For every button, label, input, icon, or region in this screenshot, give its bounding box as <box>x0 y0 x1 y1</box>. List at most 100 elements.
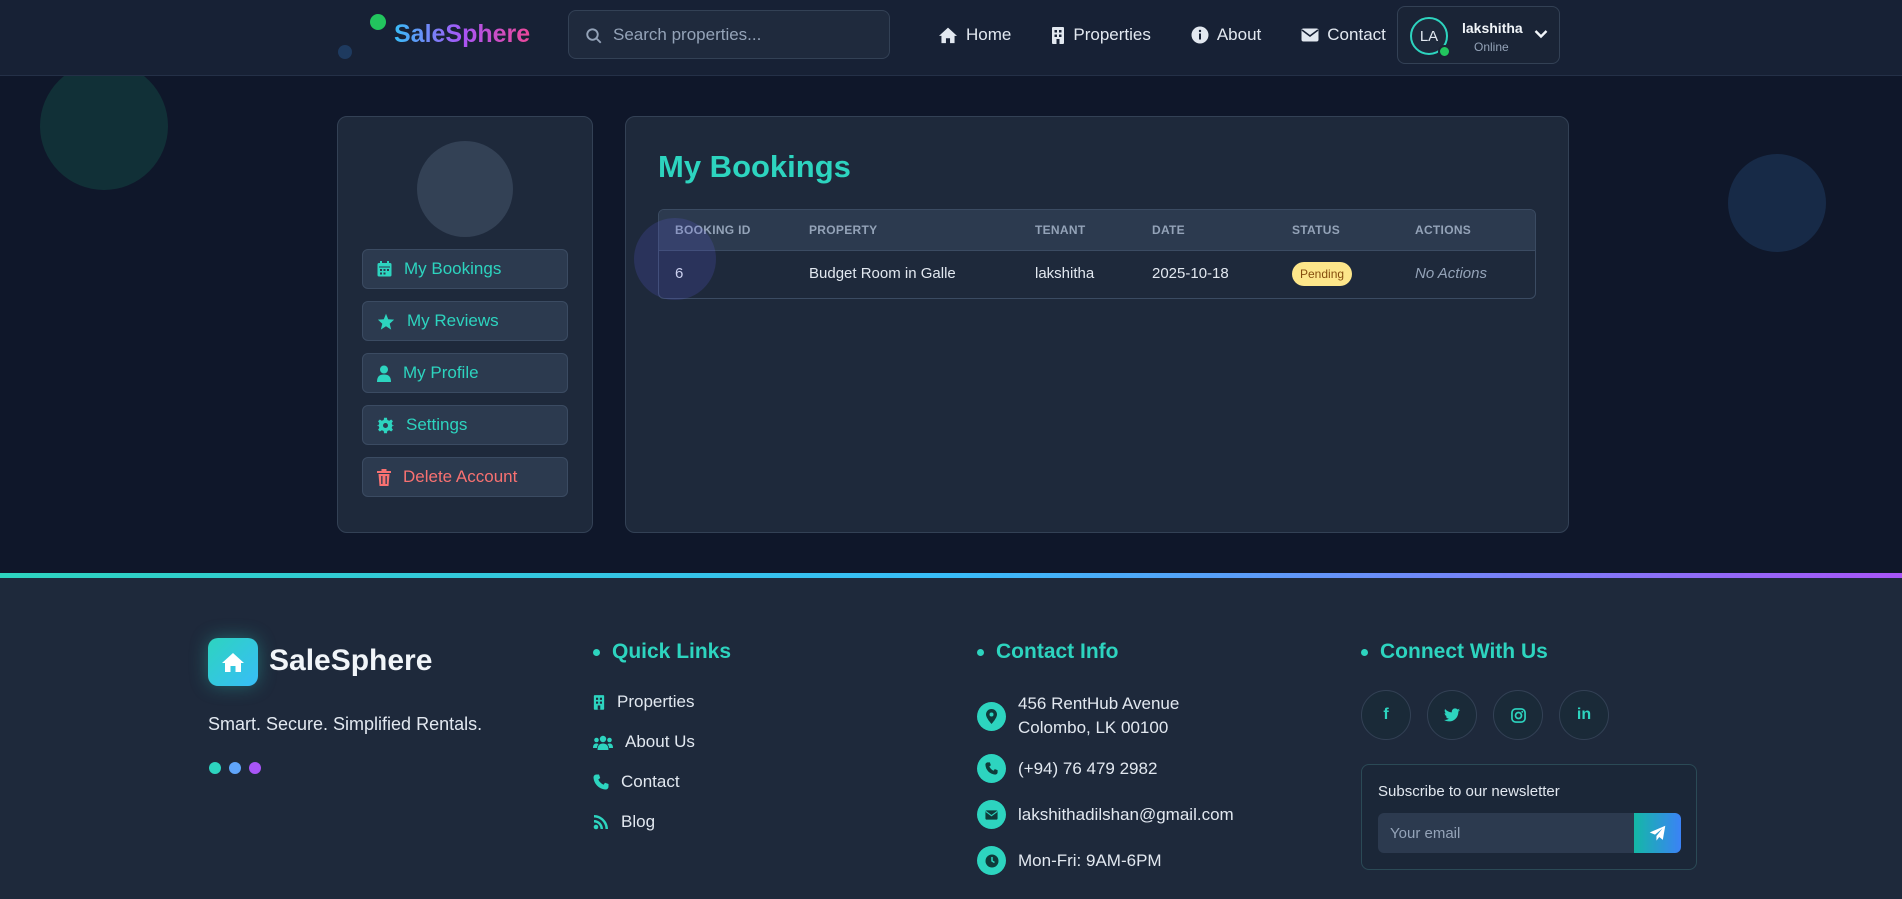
nav-home[interactable]: Home <box>938 25 1011 45</box>
brand-logo[interactable]: SaleSphere <box>336 10 546 62</box>
home-icon <box>222 653 244 672</box>
user-name: lakshitha <box>1462 20 1523 36</box>
column-header-tenant: TENANT <box>1035 223 1086 237</box>
trash-icon <box>377 468 391 486</box>
envelope-icon <box>977 800 1006 829</box>
envelope-icon <box>1301 28 1319 42</box>
footer-link-label: Properties <box>617 692 695 711</box>
decorative-circle <box>634 218 716 300</box>
paper-plane-icon <box>1649 825 1666 841</box>
decorative-dot <box>249 762 261 774</box>
map-pin-icon <box>977 701 1006 731</box>
sidebar-item-bookings[interactable]: My Bookings <box>362 249 568 289</box>
search-input[interactable] <box>613 19 873 51</box>
sidebar-item-reviews[interactable]: My Reviews <box>362 301 568 341</box>
instagram-icon <box>1510 707 1526 723</box>
heading-bullet <box>593 648 600 656</box>
decorative-dot <box>229 762 241 774</box>
column-header-actions: ACTIONS <box>1415 223 1472 237</box>
nav-about-label: About <box>1216 25 1262 44</box>
column-header-property: PROPERTY <box>809 223 878 237</box>
heading-bullet <box>977 648 984 656</box>
users-icon <box>593 735 613 750</box>
footer-tagline: Smart. Secure. Simplified Rentals. <box>208 714 483 734</box>
logo-dot <box>370 14 386 30</box>
twitter-icon <box>1444 708 1460 722</box>
facebook-icon: f <box>1383 706 1389 723</box>
phone-icon <box>977 754 1006 783</box>
online-indicator <box>1438 45 1451 58</box>
bookings-table: BOOKING ID PROPERTY TENANT DATE STATUS A… <box>658 209 1536 299</box>
sidebar-item-label: My Reviews <box>407 311 499 330</box>
building-icon <box>1052 27 1065 44</box>
contact-hours: Mon-Fri: 9AM-6PM <box>977 846 1162 875</box>
footer-logo-icon <box>208 638 258 686</box>
sidebar-item-settings[interactable]: Settings <box>362 405 568 445</box>
date-cell: 2025-10-18 <box>1152 265 1229 282</box>
logo-dot <box>338 45 352 59</box>
clock-icon <box>977 846 1006 875</box>
footer-link-properties[interactable]: Properties <box>593 692 694 712</box>
footer-link-blog[interactable]: Blog <box>593 812 655 832</box>
building-icon <box>593 695 605 710</box>
gear-icon <box>377 417 394 433</box>
site-footer: SaleSphere Smart. Secure. Simplified Ren… <box>0 578 1902 899</box>
twitter-button[interactable] <box>1427 690 1477 740</box>
column-header-date: DATE <box>1152 223 1185 237</box>
property-cell: Budget Room in Galle <box>809 265 956 282</box>
heading-bullet <box>1361 648 1368 656</box>
sidebar-item-label: My Bookings <box>404 259 502 278</box>
newsletter-submit-button[interactable] <box>1634 813 1681 853</box>
connect-title: Connect With Us <box>1380 640 1548 663</box>
tenant-cell: lakshitha <box>1035 265 1095 282</box>
decorative-circle <box>1728 154 1826 252</box>
footer-link-label: About Us <box>625 732 695 751</box>
nav-properties-label: Properties <box>1073 25 1151 44</box>
main-nav: Home Properties About Contact <box>938 0 1386 70</box>
address-line-1: 456 RentHub Avenue <box>1018 694 1180 713</box>
top-navbar: SaleSphere Home Properties About Contact… <box>0 0 1902 76</box>
instagram-button[interactable] <box>1493 690 1543 740</box>
footer-link-label: Contact <box>621 772 680 791</box>
sidebar-item-profile[interactable]: My Profile <box>362 353 568 393</box>
newsletter-email-input[interactable] <box>1378 813 1634 853</box>
footer-brand-name: SaleSphere <box>269 644 433 677</box>
calendar-icon <box>377 261 392 277</box>
nav-contact[interactable]: Contact <box>1301 25 1386 45</box>
hours-text: Mon-Fri: 9AM-6PM <box>1018 850 1162 870</box>
user-icon <box>377 365 391 382</box>
email-text: lakshithadilshan@gmail.com <box>1018 804 1234 824</box>
footer-link-contact[interactable]: Contact <box>593 772 680 792</box>
nav-about[interactable]: About <box>1191 25 1261 45</box>
bookings-panel: My Bookings BOOKING ID PROPERTY TENANT D… <box>625 116 1569 533</box>
contact-phone: (+94) 76 479 2982 <box>977 754 1157 783</box>
phone-icon <box>593 774 609 790</box>
quick-links-heading: Quick Links <box>593 640 731 664</box>
phone-text: (+94) 76 479 2982 <box>1018 758 1158 778</box>
contact-info-heading: Contact Info <box>977 640 1118 664</box>
sidebar-item-delete-account[interactable]: Delete Account <box>362 457 568 497</box>
user-menu[interactable]: LA lakshitha Online <box>1397 6 1560 64</box>
star-icon <box>377 313 395 330</box>
address-line-2: Colombo, LK 00100 <box>1018 718 1169 737</box>
linkedin-button[interactable]: in <box>1559 690 1609 740</box>
profile-picture <box>417 141 513 237</box>
info-icon <box>1191 26 1209 44</box>
chevron-down-icon <box>1534 30 1548 39</box>
footer-link-label: Blog <box>621 812 656 831</box>
brand-name: SaleSphere <box>394 20 531 48</box>
facebook-button[interactable]: f <box>1361 690 1411 740</box>
blog-icon <box>593 815 608 830</box>
sidebar-item-label: Settings <box>406 415 468 434</box>
nav-properties[interactable]: Properties <box>1051 25 1151 45</box>
footer-link-about[interactable]: About Us <box>593 732 695 752</box>
quick-links-title: Quick Links <box>612 640 732 663</box>
newsletter-box: Subscribe to our newsletter <box>1361 764 1697 870</box>
contact-address: 456 RentHub Avenue Colombo, LK 00100 <box>977 692 1179 740</box>
row-divider <box>659 250 1535 251</box>
nav-home-label: Home <box>966 25 1012 44</box>
contact-email[interactable]: lakshithadilshan@gmail.com <box>977 800 1234 829</box>
table-header: BOOKING ID PROPERTY TENANT DATE STATUS A… <box>659 210 1535 250</box>
user-status: Online <box>1474 40 1509 54</box>
nav-contact-label: Contact <box>1327 25 1386 44</box>
